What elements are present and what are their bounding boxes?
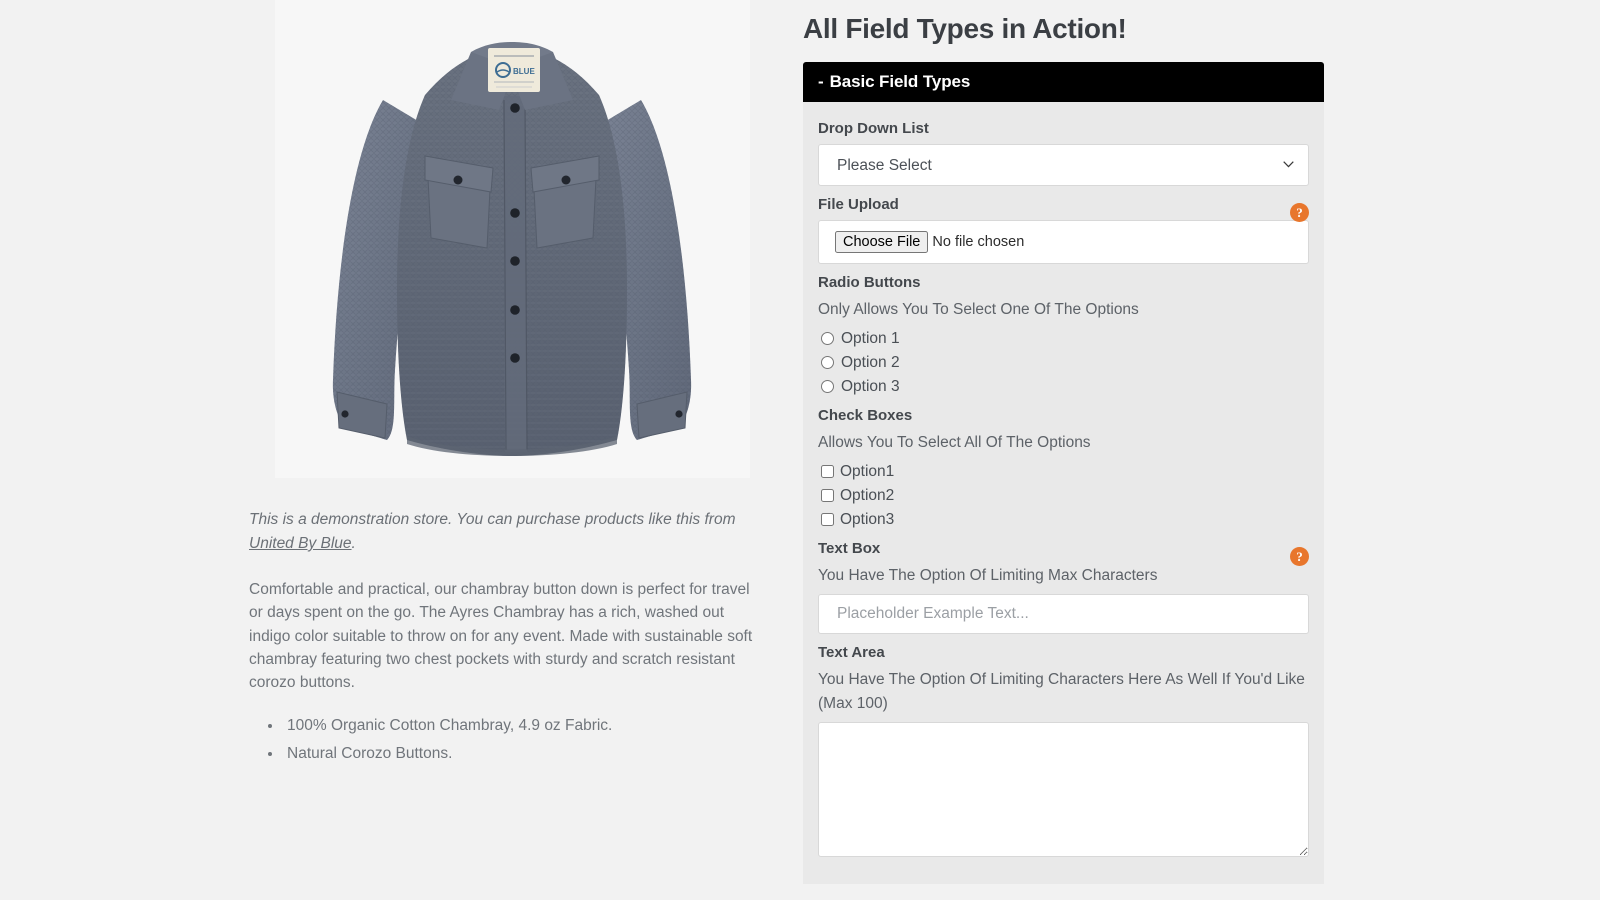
textarea-label: Text Area: [818, 644, 885, 661]
dropdown-select[interactable]: Please Select: [818, 144, 1309, 186]
shirt-illustration: BLUE: [275, 0, 750, 478]
checkbox-input-1[interactable]: [821, 465, 834, 478]
page-title: All Field Types in Action!: [803, 13, 1127, 44]
section-header-label: Basic Field Types: [829, 72, 971, 91]
dropdown-wrapper: Please Select: [818, 144, 1309, 186]
radio-option-2[interactable]: Option 2: [818, 352, 1309, 373]
field-text-area: Text Area You Have The Option Of Limitin…: [818, 644, 1309, 862]
radio-label-3: Option 3: [841, 378, 900, 395]
form-panel: Drop Down List Please Select File Upload…: [803, 102, 1324, 884]
list-item: 100% Organic Cotton Chambray, 4.9 oz Fab…: [283, 712, 769, 740]
demo-note-prefix: This is a demonstration store. You can p…: [249, 511, 736, 528]
svg-text:BLUE: BLUE: [513, 67, 535, 76]
file-upload-input[interactable]: [835, 231, 1110, 253]
radio-input-1[interactable]: [821, 332, 834, 345]
field-file-upload: File Upload ?: [818, 196, 1309, 264]
checkbox-input-2[interactable]: [821, 489, 834, 502]
field-text-box: Text Box ? You Have The Option Of Limiti…: [818, 540, 1309, 634]
united-by-blue-link[interactable]: United By Blue: [249, 535, 352, 552]
product-feature-list: 100% Organic Cotton Chambray, 4.9 oz Fab…: [249, 712, 769, 768]
textbox-sub: You Have The Option Of Limiting Max Char…: [818, 567, 1158, 584]
checkbox-group-sub: Allows You To Select All Of The Options: [818, 434, 1091, 451]
checkbox-input-3[interactable]: [821, 513, 834, 526]
demo-note-suffix: .: [351, 535, 356, 552]
checkbox-label-1: Option1: [840, 463, 895, 480]
radio-group-sub: Only Allows You To Select One Of The Opt…: [818, 301, 1139, 318]
help-icon[interactable]: ?: [1290, 203, 1309, 222]
form-column: All Field Types in Action! - Basic Field …: [803, 0, 1324, 884]
radio-option-1[interactable]: Option 1: [818, 328, 1309, 349]
radio-group-label: Radio Buttons: [818, 274, 921, 291]
product-description: Comfortable and practical, our chambray …: [249, 581, 753, 692]
checkbox-option-1[interactable]: Option1: [818, 461, 1309, 482]
checkbox-label-2: Option2: [840, 487, 895, 504]
collapse-toggle-icon[interactable]: -: [818, 72, 824, 91]
checkbox-option-2[interactable]: Option2: [818, 485, 1309, 506]
help-icon[interactable]: ?: [1290, 547, 1309, 566]
radio-input-2[interactable]: [821, 356, 834, 369]
radio-option-3[interactable]: Option 3: [818, 376, 1309, 397]
section-header-basic-field-types[interactable]: - Basic Field Types: [803, 62, 1324, 102]
checkbox-label-3: Option3: [840, 511, 895, 528]
textbox-label: Text Box: [818, 540, 881, 557]
text-box-input[interactable]: [818, 594, 1309, 634]
product-image: BLUE: [275, 0, 750, 478]
text-area-input[interactable]: [818, 722, 1309, 857]
textarea-sub: You Have The Option Of Limiting Characte…: [818, 671, 1305, 712]
product-column: BLUE This is a demonstration store. You …: [249, 0, 769, 768]
list-item: Natural Corozo Buttons.: [283, 740, 769, 768]
page-root: BLUE This is a demonstration store. You …: [0, 0, 1600, 900]
file-upload-box[interactable]: [818, 220, 1309, 264]
checkbox-option-3[interactable]: Option3: [818, 509, 1309, 530]
file-upload-label: File Upload: [818, 196, 899, 213]
checkbox-group-label: Check Boxes: [818, 407, 913, 424]
radio-label-1: Option 1: [841, 330, 900, 347]
field-check-boxes: Check Boxes Allows You To Select All Of …: [818, 407, 1309, 530]
dropdown-label: Drop Down List: [818, 120, 929, 137]
radio-input-3[interactable]: [821, 380, 834, 393]
field-dropdown: Drop Down List Please Select: [818, 120, 1309, 186]
radio-label-2: Option 2: [841, 354, 900, 371]
demo-store-note: This is a demonstration store. You can p…: [249, 508, 761, 556]
field-radio-buttons: Radio Buttons Only Allows You To Select …: [818, 274, 1309, 397]
